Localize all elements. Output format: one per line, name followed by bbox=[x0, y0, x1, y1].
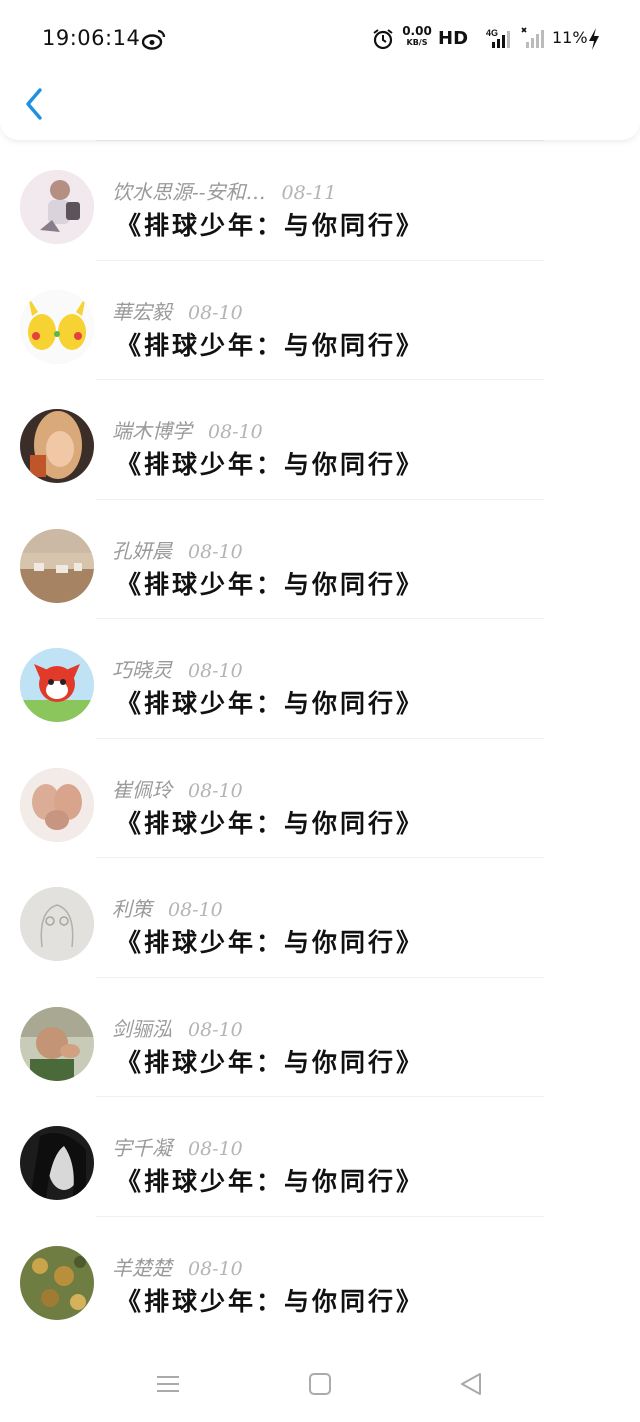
divider bbox=[96, 737, 544, 739]
item-meta: 羊楚楚 08-10 bbox=[112, 1252, 243, 1281]
list-item[interactable]: 宇千凝 08-10 《排球少年：与你同行》 bbox=[0, 1096, 640, 1216]
divider bbox=[96, 379, 544, 380]
user-name: 孔妍晨 bbox=[112, 538, 172, 563]
item-title: 《排球少年：与你同行》 bbox=[116, 330, 425, 360]
battery-charging-icon bbox=[589, 28, 599, 50]
back-triangle-icon[interactable] bbox=[458, 1371, 484, 1397]
comment-list: 饮水思源--安和… 08-11 《排球少年：与你同行》 華宏毅 08-10 《排球少… bbox=[0, 140, 640, 1335]
user-name: 饮水思源--安和… bbox=[112, 180, 266, 204]
user-name: 利策 bbox=[112, 897, 152, 921]
post-date: 08-10 bbox=[188, 540, 243, 563]
post-date: 08-10 bbox=[168, 899, 223, 921]
avatar[interactable] bbox=[20, 1245, 94, 1320]
weibo-icon bbox=[142, 29, 166, 50]
post-date: 08-10 bbox=[188, 1138, 243, 1160]
post-date: 08-10 bbox=[208, 421, 263, 443]
system-nav-bar bbox=[0, 1345, 640, 1422]
divider bbox=[96, 498, 544, 500]
status-time: 19:06:14 bbox=[42, 26, 141, 50]
user-name: 宇千凝 bbox=[112, 1136, 172, 1160]
user-name: 剑骊泓 bbox=[112, 1016, 172, 1041]
item-title: 《排球少年：与你同行》 bbox=[116, 1286, 425, 1316]
divider bbox=[96, 259, 544, 261]
item-meta: 孔妍晨 08-10 bbox=[112, 535, 243, 564]
net-speed-value: 0.00 bbox=[402, 24, 432, 38]
user-name: 羊楚楚 bbox=[112, 1255, 172, 1280]
divider bbox=[96, 618, 544, 619]
divider bbox=[96, 976, 544, 978]
item-meta: 剑骊泓 08-10 bbox=[112, 1013, 243, 1042]
home-square-icon[interactable] bbox=[307, 1371, 333, 1397]
item-title: 《排球少年：与你同行》 bbox=[116, 1047, 425, 1077]
hd-indicator: HD bbox=[438, 28, 469, 49]
item-meta: 崔佩玲 08-10 bbox=[112, 774, 243, 803]
user-name: 崔佩玲 bbox=[112, 777, 172, 802]
item-title: 《排球少年：与你同行》 bbox=[116, 689, 425, 718]
item-title: 《排球少年：与你同行》 bbox=[116, 211, 425, 240]
list-item[interactable]: 巧晓灵 08-10 《排球少年：与你同行》 bbox=[0, 618, 640, 738]
avatar[interactable] bbox=[20, 528, 94, 603]
avatar[interactable] bbox=[20, 1006, 94, 1081]
avatar[interactable] bbox=[20, 409, 94, 483]
list-item[interactable]: 饮水思源--安和… 08-11 《排球少年：与你同行》 bbox=[0, 140, 640, 260]
item-meta: 宇千凝 08-10 bbox=[112, 1132, 243, 1161]
list-item[interactable]: 孔妍晨 08-10 《排球少年：与你同行》 bbox=[0, 498, 640, 619]
signal-icon-2 bbox=[521, 27, 544, 48]
app-header: 19:06:14 0.00 KB/S HD 4G 11% bbox=[0, 0, 640, 140]
item-meta: 端木博学 08-10 bbox=[112, 415, 263, 444]
signal-badge: 4G bbox=[486, 28, 498, 38]
list-item[interactable]: 羊楚楚 08-10 《排球少年：与你同行》 bbox=[0, 1215, 640, 1336]
list-item[interactable]: 端木博学 08-10 《排球少年：与你同行》 bbox=[0, 379, 640, 499]
post-date: 08-11 bbox=[281, 182, 337, 204]
item-title: 《排球少年：与你同行》 bbox=[116, 1167, 425, 1196]
status-bar: 19:06:14 0.00 KB/S HD 4G 11% bbox=[0, 22, 640, 56]
user-name: 端木博学 bbox=[112, 419, 192, 443]
post-date: 08-10 bbox=[188, 660, 243, 682]
avatar[interactable] bbox=[20, 648, 94, 722]
back-button[interactable] bbox=[20, 84, 56, 124]
item-title: 《排球少年：与你同行》 bbox=[116, 450, 425, 479]
avatar[interactable] bbox=[20, 170, 94, 244]
net-speed-unit: KB/S bbox=[406, 38, 428, 47]
divider bbox=[96, 1096, 544, 1097]
signal-icon: 4G bbox=[486, 28, 510, 48]
avatar[interactable] bbox=[20, 767, 94, 842]
list-item[interactable]: 利策 08-10 《排球少年：与你同行》 bbox=[0, 857, 640, 977]
list-item[interactable]: 剑骊泓 08-10 《排球少年：与你同行》 bbox=[0, 976, 640, 1097]
avatar[interactable] bbox=[20, 887, 94, 961]
item-meta: 饮水思源--安和… 08-11 bbox=[112, 176, 336, 205]
divider bbox=[96, 140, 544, 141]
post-date: 08-10 bbox=[188, 1257, 243, 1280]
divider bbox=[96, 1215, 544, 1217]
avatar[interactable] bbox=[20, 289, 94, 364]
item-title: 《排球少年：与你同行》 bbox=[116, 569, 425, 599]
post-date: 08-10 bbox=[188, 301, 243, 324]
battery-level: 11% bbox=[552, 28, 588, 47]
list-item[interactable]: 華宏毅 08-10 《排球少年：与你同行》 bbox=[0, 259, 640, 380]
post-date: 08-10 bbox=[188, 1018, 243, 1041]
avatar[interactable] bbox=[20, 1126, 94, 1200]
item-title: 《排球少年：与你同行》 bbox=[116, 808, 425, 838]
item-meta: 華宏毅 08-10 bbox=[112, 296, 243, 325]
menu-icon[interactable] bbox=[155, 1371, 181, 1397]
item-title: 《排球少年：与你同行》 bbox=[116, 928, 425, 957]
user-name: 巧晓灵 bbox=[112, 658, 172, 682]
list-item[interactable]: 崔佩玲 08-10 《排球少年：与你同行》 bbox=[0, 737, 640, 858]
item-meta: 利策 08-10 bbox=[112, 893, 223, 922]
post-date: 08-10 bbox=[188, 779, 243, 802]
divider bbox=[96, 857, 544, 858]
net-speed: 0.00 KB/S bbox=[401, 24, 433, 48]
alarm-icon bbox=[373, 29, 393, 50]
item-meta: 巧晓灵 08-10 bbox=[112, 654, 243, 683]
user-name: 華宏毅 bbox=[112, 299, 172, 324]
